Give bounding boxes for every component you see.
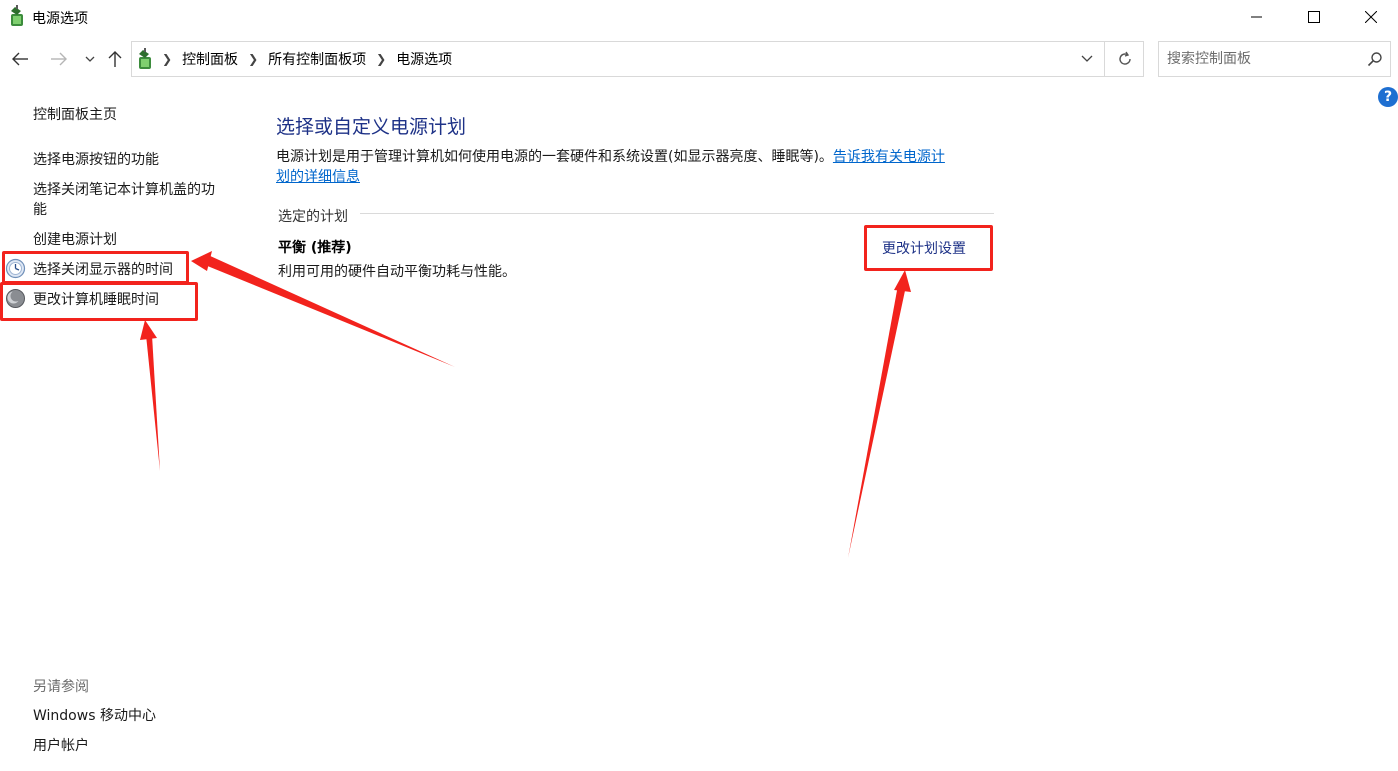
annotation-arrowhead-display bbox=[191, 251, 212, 271]
annotation-arrowhead-sleep bbox=[140, 320, 157, 340]
annotation-arrow-display bbox=[205, 255, 455, 367]
annotation-arrow-sleep bbox=[146, 335, 160, 471]
annotation-arrows bbox=[140, 251, 911, 558]
annotation-arrow-plan bbox=[848, 285, 906, 558]
annotation-arrowhead-plan bbox=[894, 270, 911, 292]
